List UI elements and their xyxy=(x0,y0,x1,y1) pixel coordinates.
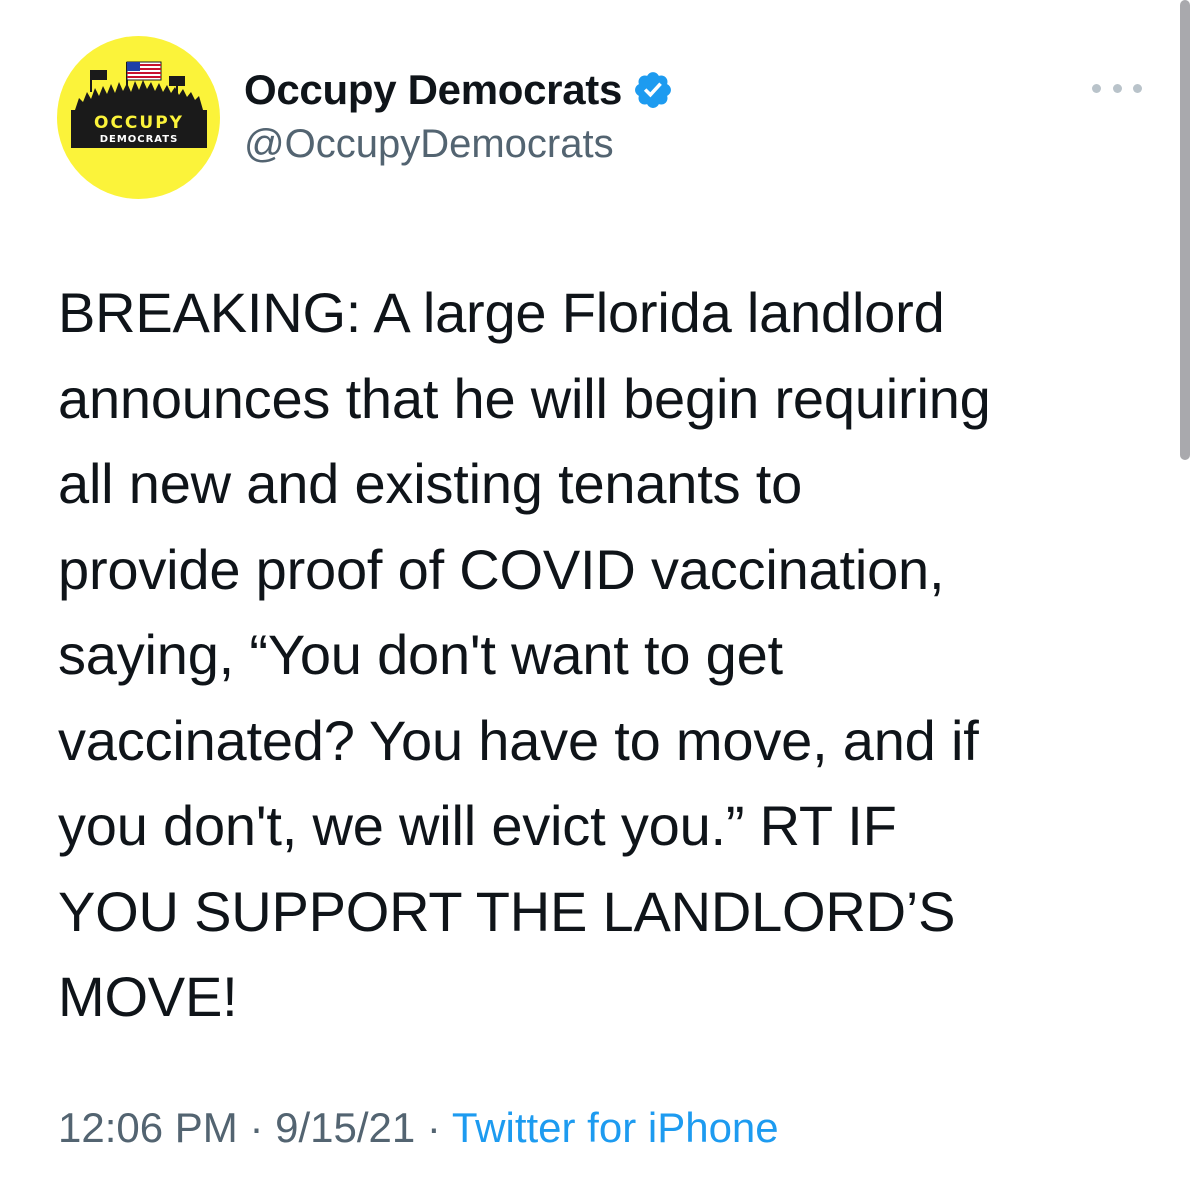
tweet-meta: 12:06 PM · 9/15/21 · Twitter for iPhone xyxy=(58,1104,779,1152)
more-options-icon[interactable] xyxy=(1092,76,1142,100)
meta-separator: · xyxy=(415,1104,452,1151)
more-dot xyxy=(1133,83,1142,93)
more-dot xyxy=(1112,83,1122,93)
verified-badge-icon xyxy=(632,69,674,111)
meta-separator: · xyxy=(237,1104,276,1151)
logo-occupy-text: OCCUPY xyxy=(94,113,184,133)
logo-democrats-text: DEMOCRATS xyxy=(100,134,179,145)
avatar[interactable]: OCCUPY DEMOCRATS xyxy=(57,36,220,199)
occupy-democrats-logo-icon: OCCUPY DEMOCRATS xyxy=(71,61,207,148)
tweet-text: BREAKING: A large Florida landlord annou… xyxy=(58,281,991,1028)
more-dot xyxy=(1092,83,1101,93)
tweet-time[interactable]: 12:06 PM xyxy=(58,1104,238,1151)
tweet-source-link[interactable]: Twitter for iPhone xyxy=(452,1104,779,1151)
scrollbar[interactable] xyxy=(1180,0,1190,460)
name-row: Occupy Democrats xyxy=(244,62,674,118)
handle[interactable]: @OccupyDemocrats xyxy=(244,122,614,167)
display-name[interactable]: Occupy Democrats xyxy=(244,66,622,114)
tweet-date[interactable]: 9/15/21 xyxy=(275,1104,415,1151)
